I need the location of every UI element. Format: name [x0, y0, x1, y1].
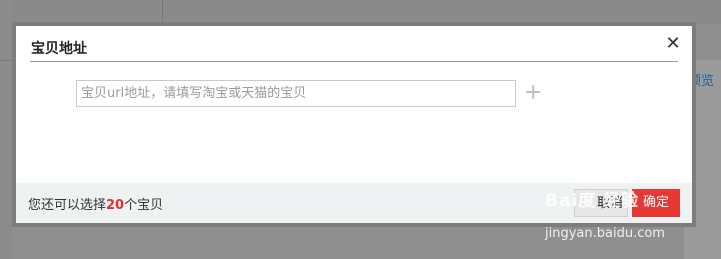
- plus-icon[interactable]: +: [524, 82, 542, 104]
- background-topbar: [0, 0, 721, 24]
- header-divider: [30, 61, 678, 62]
- background-divider: [162, 0, 163, 24]
- remaining-text-prefix: 您还可以选择: [28, 198, 107, 213]
- dialog-title: 宝贝地址: [31, 41, 87, 57]
- dialog-header: 宝贝地址 ✕: [16, 26, 692, 62]
- remaining-count: 20: [106, 198, 125, 213]
- confirm-button[interactable]: 确定: [632, 189, 680, 217]
- watermark-brand: Bai度 经验: [545, 191, 640, 211]
- remaining-text-suffix: 个宝贝: [124, 198, 164, 213]
- close-icon[interactable]: ✕: [663, 34, 683, 54]
- background-left-column: [0, 0, 12, 259]
- item-url-input[interactable]: [76, 80, 516, 107]
- watermark-url: jingyan.baidu.com: [545, 226, 665, 241]
- remaining-count-text: 您还可以选择20个宝贝: [28, 194, 163, 213]
